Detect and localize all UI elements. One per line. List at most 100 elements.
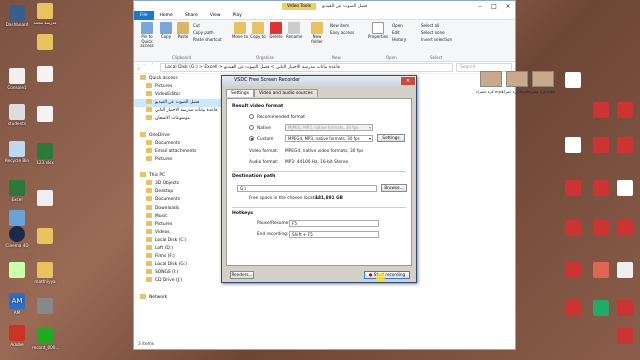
tab-play[interactable]: Play	[227, 13, 248, 18]
video-thumbnail[interactable]	[532, 71, 554, 87]
nav-item[interactable]	[134, 285, 222, 293]
nav-item[interactable]: This PC	[134, 172, 222, 180]
file-name[interactable]: كرة خضراء.mp4	[476, 89, 503, 94]
copy-path-button[interactable]: Copy path	[193, 30, 214, 35]
desktop-icon[interactable]	[560, 137, 586, 154]
desktop-icon[interactable]	[560, 72, 586, 89]
nav-item[interactable]: Pictures	[134, 220, 222, 229]
paste-shortcut-button[interactable]: Paste shortcut	[193, 37, 222, 42]
nav-item[interactable]: CD Drive (J:)	[134, 277, 222, 285]
nav-item[interactable]: Pictures	[134, 155, 222, 164]
desktop-icon[interactable]	[560, 220, 586, 237]
new-folder-button[interactable]: New folder	[308, 22, 326, 44]
nav-item[interactable]: قاعدة بيانات مدرسة الاختبار الثاني	[134, 107, 222, 115]
pause-resume-hotkey-field[interactable]: F5	[289, 220, 379, 227]
tab-share[interactable]: Share	[179, 13, 204, 18]
desktop-icon[interactable]	[32, 298, 58, 315]
nav-item[interactable]: Email attachments	[134, 147, 222, 156]
desktop-icon[interactable]	[612, 300, 638, 317]
nav-item[interactable]: Documents	[134, 196, 222, 204]
delete-button[interactable]: Delete	[268, 22, 284, 40]
nav-arrows[interactable]: ‹ › ˅ ↑	[134, 63, 160, 73]
desktop-icon[interactable]: students	[4, 104, 30, 126]
breadcrumb[interactable]: Local Disk (G:) > Excell > قاعدة بيانات …	[160, 63, 453, 72]
desktop-icon[interactable]	[588, 137, 614, 154]
custom-radio[interactable]: Custom	[249, 136, 273, 142]
recommended-radio[interactable]: Recommended format	[249, 114, 305, 120]
nav-item[interactable]: VideoEditor	[134, 91, 222, 99]
video-tools-tab[interactable]: Video Tools	[282, 2, 316, 10]
record-icon[interactable]: record_000...	[32, 328, 59, 350]
history-button[interactable]: History	[392, 37, 406, 42]
file-name[interactable]: كرة خضراء.mp4	[528, 89, 555, 94]
rename-button[interactable]: Rename	[286, 22, 302, 40]
desktop-icon[interactable]	[612, 102, 638, 119]
excel-file-icon[interactable]: 123.xlsx	[32, 143, 58, 165]
tab-home[interactable]: Home	[154, 13, 179, 18]
desktop-icon[interactable]	[560, 262, 586, 279]
native-format-select[interactable]: MJPEG, MP3, native formats, 30 fps ▾	[285, 124, 373, 131]
desktop-icon[interactable]	[4, 262, 30, 279]
desktop-icon[interactable]	[588, 180, 614, 197]
nav-item[interactable]: Network	[134, 293, 222, 302]
browse-button[interactable]: Browse...	[381, 184, 407, 192]
start-recording-button[interactable]: ● Start recording	[364, 271, 410, 279]
nav-item[interactable]: Loft (D:)	[134, 244, 222, 253]
cut-button[interactable]: Cut	[193, 23, 200, 28]
file-name[interactable]: كرة حمراء.mp4	[502, 89, 528, 94]
desktop-icon[interactable]	[588, 102, 614, 119]
move-to-button[interactable]: Move to	[232, 22, 248, 40]
end-recording-hotkey-field[interactable]: Shift + F5	[289, 231, 379, 238]
settings-button[interactable]: Settings	[377, 134, 405, 142]
nav-item[interactable]: Local Disk (C:)	[134, 236, 222, 245]
nav-item[interactable]: Music	[134, 212, 222, 221]
new-item-button[interactable]: New item	[330, 23, 349, 28]
video-thumbnail[interactable]	[506, 71, 528, 87]
copy-button[interactable]: Copy	[159, 22, 173, 40]
nav-item[interactable]: Local Disk (G:)	[134, 261, 222, 269]
desktop-icon[interactable]: مدرسة محمد	[32, 3, 58, 25]
nav-item[interactable]: Desktop	[134, 188, 222, 196]
desktop-icon[interactable]	[588, 220, 614, 237]
desktop-icon[interactable]	[32, 34, 58, 51]
nav-item[interactable]: فصل الصوت عن الفيديو	[134, 99, 222, 108]
copy-to-button[interactable]: Copy to	[250, 22, 266, 40]
desktop-icon[interactable]	[612, 180, 638, 197]
desktop-icon[interactable]	[32, 106, 58, 123]
nav-item[interactable]	[134, 124, 222, 132]
recycle-bin-icon[interactable]: Recycle Bin	[4, 141, 30, 163]
nav-item[interactable]: Videos	[134, 228, 222, 237]
video-thumbnail[interactable]	[480, 71, 502, 87]
desktop-icon[interactable]	[560, 180, 586, 197]
renders-button[interactable]: Renders...	[230, 271, 254, 279]
nav-item[interactable]: Documents	[134, 139, 222, 148]
minimize-icon[interactable]: –	[473, 3, 487, 10]
invert-selection-button[interactable]: Invert selection	[421, 37, 452, 42]
destination-path-field[interactable]: G:\	[237, 185, 377, 192]
desktop-icon[interactable]	[560, 300, 586, 317]
nav-item[interactable]: Downloads	[134, 204, 222, 213]
adobe-icon[interactable]: Adobe	[4, 325, 30, 347]
paste-button[interactable]: Paste	[175, 22, 191, 40]
nav-item[interactable]: 3D Objects	[134, 180, 222, 188]
nav-item[interactable]: SONGS (I:)	[134, 269, 222, 277]
desktop-icon[interactable]	[612, 137, 638, 154]
edit-button[interactable]: Edit	[392, 30, 400, 35]
pin-quick-access-button[interactable]: Pin to Quick access	[137, 22, 157, 49]
native-radio[interactable]: Native	[249, 125, 271, 131]
desktop-icon[interactable]	[32, 190, 58, 207]
tab-view[interactable]: View	[204, 13, 227, 18]
maximize-icon[interactable]: □	[487, 3, 501, 10]
cinema4d-icon[interactable]: Cinema 4D	[4, 226, 30, 248]
desktop-icon[interactable]	[612, 262, 638, 279]
desktop-icon[interactable]	[612, 328, 638, 345]
select-none-button[interactable]: Select none	[421, 30, 445, 35]
tab-video-audio-sources[interactable]: Video and audio sources	[254, 89, 318, 97]
nav-item[interactable]: OneDrive	[134, 131, 222, 140]
desktop-icon[interactable]: matthiyya	[32, 262, 58, 284]
desktop-icon[interactable]	[588, 300, 614, 317]
nav-item[interactable]: Quick access	[134, 75, 222, 83]
dialog-close-icon[interactable]: ×	[401, 77, 415, 85]
am-icon[interactable]: AM AM	[4, 293, 30, 315]
open-button[interactable]: Open	[392, 23, 403, 28]
